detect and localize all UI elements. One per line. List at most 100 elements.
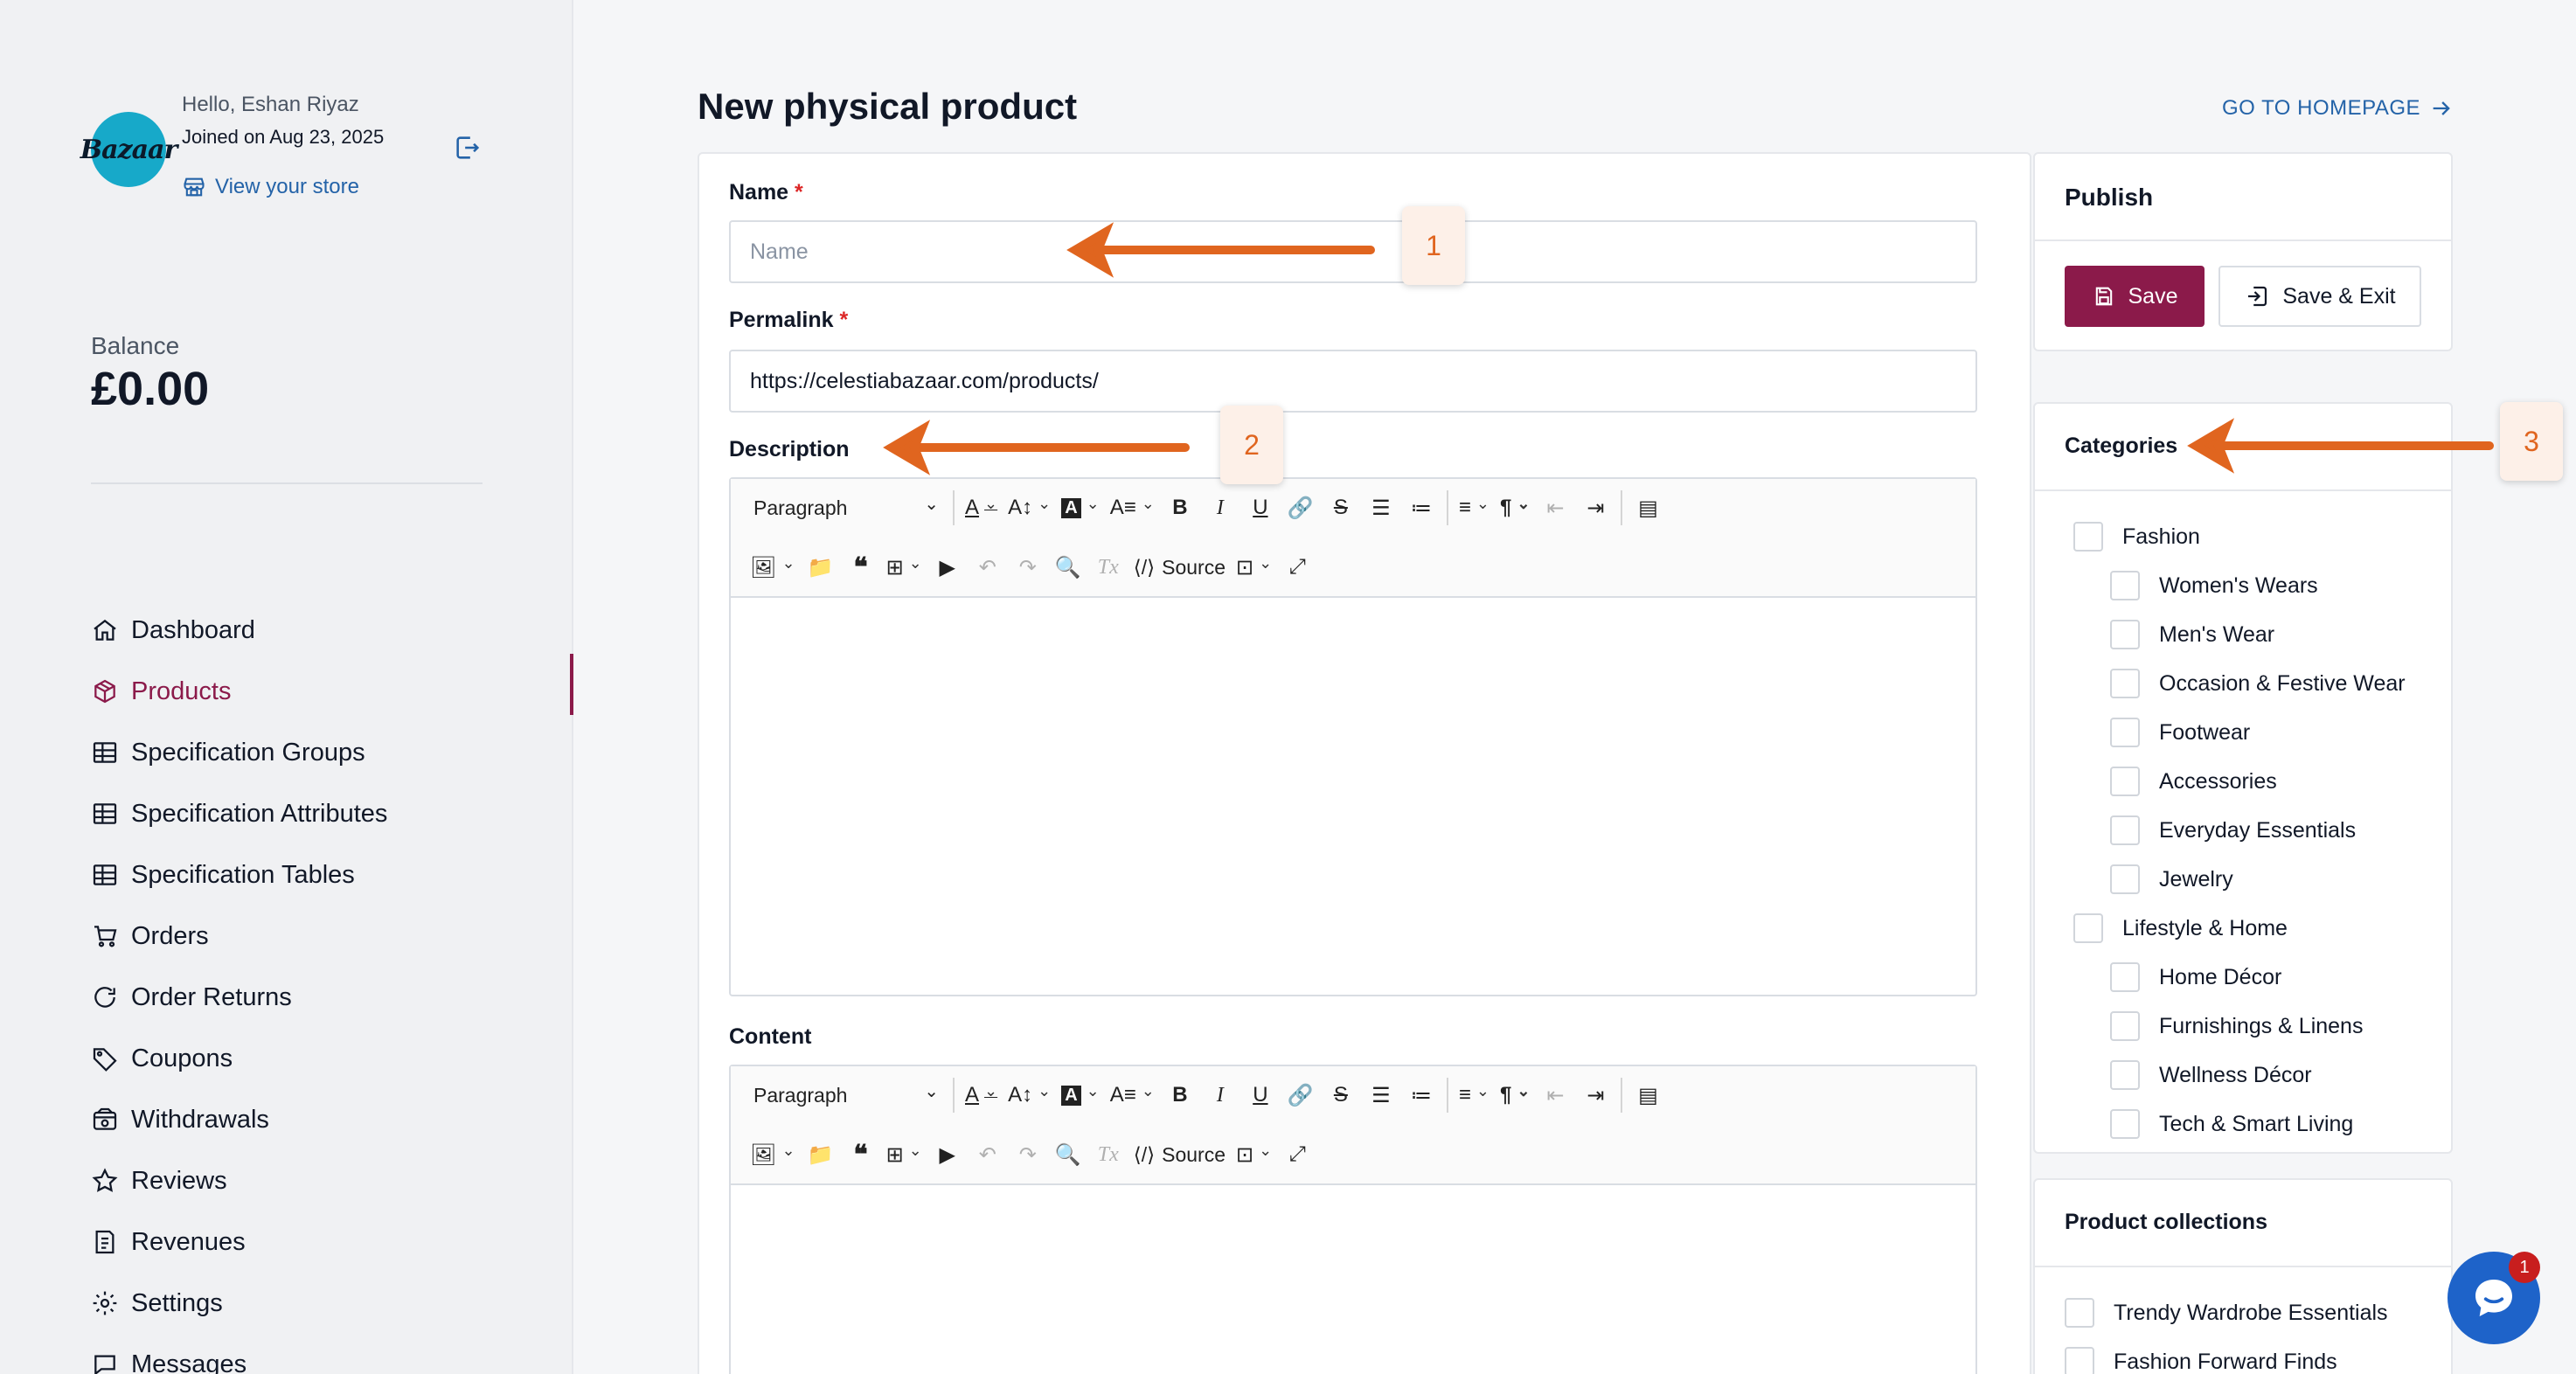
indent-icon[interactable]: ⇥ xyxy=(1575,488,1615,528)
logout-icon[interactable] xyxy=(453,133,483,163)
checkbox[interactable] xyxy=(2110,962,2140,992)
remove-format-icon[interactable]: Tx xyxy=(1088,1135,1128,1175)
sidebar-item-specification-tables[interactable]: Specification Tables xyxy=(91,844,387,906)
font-color-icon[interactable]: A xyxy=(960,1075,1003,1115)
strikethrough-icon[interactable]: S xyxy=(1321,488,1361,528)
category-item[interactable]: Home Décor xyxy=(2073,953,2406,1002)
italic-icon[interactable]: I xyxy=(1200,488,1240,528)
category-item[interactable]: Everyday Essentials xyxy=(2073,806,2406,855)
category-item[interactable]: Tech & Smart Living xyxy=(2073,1100,2406,1148)
sidebar-item-dashboard[interactable]: Dashboard xyxy=(91,600,387,661)
sidebar-item-specification-attributes[interactable]: Specification Attributes xyxy=(91,783,387,844)
font-size-icon[interactable]: A↕ xyxy=(1003,1075,1056,1115)
source-button[interactable]: ⟨/⟩ Source xyxy=(1128,1135,1231,1175)
checkbox[interactable] xyxy=(2110,669,2140,698)
sidebar-item-revenues[interactable]: Revenues xyxy=(91,1211,387,1273)
text-style-icon[interactable]: A≡ xyxy=(1105,488,1160,528)
checkbox[interactable] xyxy=(2110,815,2140,845)
insert-table-icon[interactable]: ⊞ xyxy=(881,547,927,587)
find-replace-icon[interactable]: 🔍 xyxy=(1048,1135,1088,1175)
sidebar-item-reviews[interactable]: Reviews xyxy=(91,1150,387,1211)
source-button[interactable]: ⟨/⟩ Source xyxy=(1128,547,1231,587)
html-embed-icon[interactable]: ▤ xyxy=(1628,488,1668,528)
blockquote-icon[interactable]: ❝ xyxy=(841,547,881,587)
find-replace-icon[interactable]: 🔍 xyxy=(1048,547,1088,587)
category-item[interactable]: Women's Wears xyxy=(2073,561,2406,610)
checkbox[interactable] xyxy=(2065,1347,2094,1374)
font-background-icon[interactable]: A xyxy=(1056,488,1105,528)
category-item[interactable]: Jewelry xyxy=(2073,855,2406,904)
show-blocks-icon[interactable]: ⊡ xyxy=(1231,1135,1277,1175)
save-exit-button[interactable]: Save & Exit xyxy=(2218,266,2421,327)
insert-table-icon[interactable]: ⊞ xyxy=(881,1135,927,1175)
insert-image-icon[interactable]: 🖼 xyxy=(745,1135,801,1175)
collection-item[interactable]: Trendy Wardrobe Essentials xyxy=(2065,1288,2388,1337)
numbered-list-icon[interactable]: ≔ xyxy=(1401,1075,1441,1115)
checkbox[interactable] xyxy=(2110,571,2140,600)
font-size-icon[interactable]: A↕ xyxy=(1003,488,1056,528)
sidebar-item-withdrawals[interactable]: Withdrawals xyxy=(91,1089,387,1150)
sidebar-item-specification-groups[interactable]: Specification Groups xyxy=(91,722,387,783)
link-icon[interactable]: 🔗 xyxy=(1281,1075,1321,1115)
text-style-icon[interactable]: A≡ xyxy=(1105,1075,1160,1115)
blockquote-icon[interactable]: ❝ xyxy=(841,1135,881,1175)
paragraph-direction-icon[interactable]: ¶ xyxy=(1495,1075,1535,1115)
sidebar-item-orders[interactable]: Orders xyxy=(91,906,387,967)
font-color-icon[interactable]: A xyxy=(960,488,1003,528)
align-icon[interactable]: ≡ xyxy=(1454,1075,1495,1115)
checkbox[interactable] xyxy=(2110,1109,2140,1139)
sidebar-item-settings[interactable]: Settings xyxy=(91,1273,387,1334)
category-item[interactable]: Men's Wear xyxy=(2073,610,2406,659)
sidebar-item-products[interactable]: Products xyxy=(91,661,387,722)
paragraph-select[interactable]: Paragraph xyxy=(745,1075,948,1115)
strikethrough-icon[interactable]: S xyxy=(1321,1075,1361,1115)
checkbox[interactable] xyxy=(2073,522,2103,552)
category-item[interactable]: Fashion xyxy=(2073,512,2406,561)
fullscreen-icon[interactable]: ⤢ xyxy=(1277,1135,1317,1175)
save-button[interactable]: Save xyxy=(2065,266,2205,327)
numbered-list-icon[interactable]: ≔ xyxy=(1401,488,1441,528)
indent-icon[interactable]: ⇥ xyxy=(1575,1075,1615,1115)
checkbox[interactable] xyxy=(2110,864,2140,894)
bulleted-list-icon[interactable]: ☰ xyxy=(1361,488,1401,528)
view-store-link[interactable]: View your store xyxy=(182,175,359,199)
media-embed-icon[interactable]: ▶ xyxy=(927,547,968,587)
media-folder-icon[interactable]: 📁 xyxy=(801,1135,841,1175)
sidebar-item-order-returns[interactable]: Order Returns xyxy=(91,967,387,1028)
content-content-area[interactable] xyxy=(731,1185,1975,1374)
media-embed-icon[interactable]: ▶ xyxy=(927,1135,968,1175)
sidebar-item-coupons[interactable]: Coupons xyxy=(91,1028,387,1089)
link-icon[interactable]: 🔗 xyxy=(1281,488,1321,528)
category-item[interactable]: Accessories xyxy=(2073,757,2406,806)
avatar[interactable]: Bazaar xyxy=(80,112,177,187)
sidebar-item-messages[interactable]: Messages xyxy=(91,1334,387,1374)
go-to-homepage-link[interactable]: GO TO HOMEPAGE xyxy=(2222,96,2454,121)
insert-image-icon[interactable]: 🖼 xyxy=(745,547,801,587)
paragraph-direction-icon[interactable]: ¶ xyxy=(1495,488,1535,528)
name-input[interactable] xyxy=(729,220,1977,283)
underline-icon[interactable]: U xyxy=(1240,488,1281,528)
checkbox[interactable] xyxy=(2065,1298,2094,1328)
permalink-input[interactable] xyxy=(729,350,1977,413)
checkbox[interactable] xyxy=(2110,767,2140,796)
paragraph-select[interactable]: Paragraph xyxy=(745,488,948,528)
category-item[interactable]: Wellness Décor xyxy=(2073,1051,2406,1100)
remove-format-icon[interactable]: Tx xyxy=(1088,547,1128,587)
collection-item[interactable]: Fashion Forward Finds xyxy=(2065,1337,2388,1374)
checkbox[interactable] xyxy=(2110,1011,2140,1041)
outdent-icon[interactable]: ⇤ xyxy=(1535,488,1575,528)
category-item[interactable]: Occasion & Festive Wear xyxy=(2073,659,2406,708)
redo-icon[interactable]: ↷ xyxy=(1008,1135,1048,1175)
category-item[interactable]: Footwear xyxy=(2073,708,2406,757)
category-item[interactable]: Lifestyle & Home xyxy=(2073,904,2406,953)
html-embed-icon[interactable]: ▤ xyxy=(1628,1075,1668,1115)
align-icon[interactable]: ≡ xyxy=(1454,488,1495,528)
checkbox[interactable] xyxy=(2073,913,2103,943)
redo-icon[interactable]: ↷ xyxy=(1008,547,1048,587)
category-item[interactable]: Furnishings & Linens xyxy=(2073,1002,2406,1051)
fullscreen-icon[interactable]: ⤢ xyxy=(1277,547,1317,587)
undo-icon[interactable]: ↶ xyxy=(968,547,1008,587)
bold-icon[interactable]: B xyxy=(1160,1075,1200,1115)
font-background-icon[interactable]: A xyxy=(1056,1075,1105,1115)
undo-icon[interactable]: ↶ xyxy=(968,1135,1008,1175)
